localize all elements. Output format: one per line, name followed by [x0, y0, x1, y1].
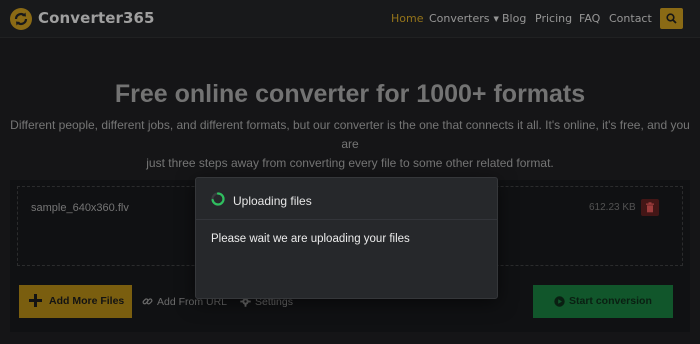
- modal-header: Uploading files: [196, 178, 497, 220]
- spinner-icon: [211, 192, 225, 206]
- modal-message: Please wait we are uploading your files: [211, 233, 410, 245]
- upload-progress-modal: Uploading files Please wait we are uploa…: [195, 177, 498, 299]
- modal-title: Uploading files: [233, 194, 312, 208]
